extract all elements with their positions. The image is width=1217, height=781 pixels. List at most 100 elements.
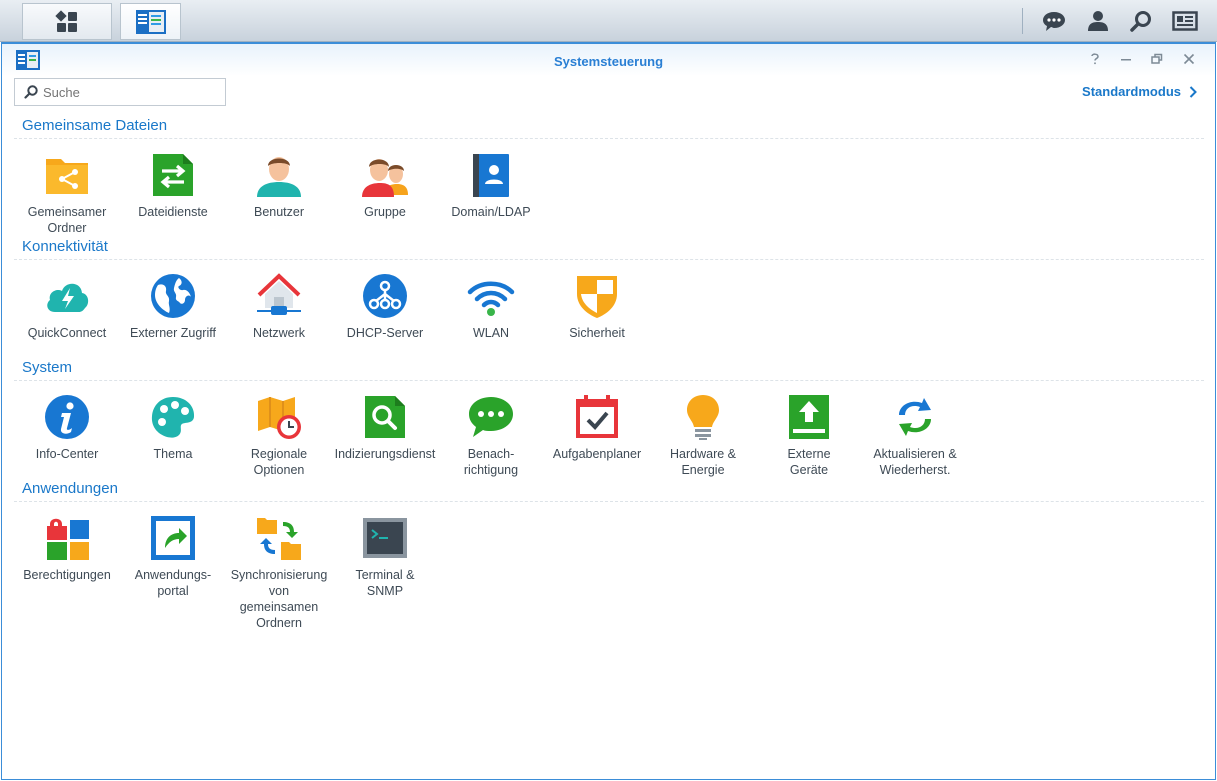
update-restore-icon bbox=[899, 398, 931, 436]
wlan-icon bbox=[467, 281, 515, 316]
item-label: Indizierungsdienst bbox=[334, 447, 436, 461]
item-label: Regionale Optionen bbox=[250, 447, 308, 477]
regional-options-icon bbox=[258, 397, 301, 439]
widgets-icon bbox=[1172, 11, 1198, 31]
item-domain-ldap[interactable]: Domain/LDAP bbox=[438, 151, 544, 220]
item-label: WLAN bbox=[472, 326, 510, 340]
minimize-icon bbox=[1121, 59, 1131, 61]
section-title-system: System bbox=[22, 359, 73, 376]
standard-mode-label: Standardmodus bbox=[1082, 84, 1181, 99]
item-shared-folder-sync[interactable]: Synchronisierung von gemeinsamen Ordnern bbox=[226, 514, 332, 631]
item-privileges[interactable]: Berechtigungen bbox=[14, 514, 120, 583]
item-external-devices[interactable]: Externe Geräte bbox=[756, 393, 862, 478]
item-terminal-snmp[interactable]: Terminal & SNMP bbox=[332, 514, 438, 599]
task-scheduler-icon bbox=[576, 395, 618, 438]
item-task-scheduler[interactable]: Aufgabenplaner bbox=[544, 393, 650, 462]
external-access-icon bbox=[151, 274, 195, 318]
restore-button[interactable] bbox=[1149, 51, 1165, 67]
control-panel-window: Systemsteuerung Suche Standardmodus Geme… bbox=[1, 42, 1216, 780]
main-menu-button[interactable] bbox=[22, 3, 112, 40]
user-icon bbox=[1088, 11, 1108, 31]
item-dhcp-server[interactable]: DHCP-Server bbox=[332, 272, 438, 341]
item-label: Domain/LDAP bbox=[451, 205, 531, 219]
item-indexing-service[interactable]: Indizierungsdienst bbox=[332, 393, 438, 462]
item-wlan[interactable]: WLAN bbox=[438, 272, 544, 341]
item-label: Gruppe bbox=[364, 205, 406, 219]
indexing-service-icon bbox=[365, 396, 405, 438]
item-shared-folder[interactable]: Gemeinsamer Ordner bbox=[14, 151, 120, 236]
item-notification[interactable]: Benach- richtigung bbox=[438, 393, 544, 478]
item-label: Aktualisieren & Wiederherst. bbox=[873, 447, 957, 477]
item-network[interactable]: Netzwerk bbox=[226, 272, 332, 341]
info-center-icon bbox=[45, 395, 89, 439]
item-regional-options[interactable]: Regionale Optionen bbox=[226, 393, 332, 478]
search-field[interactable] bbox=[14, 78, 226, 106]
section-divider bbox=[14, 380, 1204, 381]
close-button[interactable] bbox=[1181, 51, 1197, 67]
item-label: Berechtigungen bbox=[23, 568, 111, 582]
item-label: Benach- richtigung bbox=[463, 447, 519, 477]
item-label: DHCP-Server bbox=[346, 326, 424, 340]
chevron-right-icon bbox=[1189, 85, 1197, 98]
group-icon bbox=[362, 159, 408, 197]
item-application-portal[interactable]: Anwendungs- portal bbox=[120, 514, 226, 599]
domain-ldap-icon bbox=[473, 154, 509, 197]
item-label: Info-Center bbox=[35, 447, 99, 461]
minimize-button[interactable] bbox=[1118, 51, 1134, 67]
search-input[interactable] bbox=[43, 84, 213, 100]
search-icon bbox=[24, 85, 38, 99]
item-security[interactable]: Sicherheit bbox=[544, 272, 650, 341]
help-button[interactable] bbox=[1087, 51, 1103, 67]
item-label: Benutzer bbox=[253, 205, 305, 219]
external-devices-icon bbox=[789, 395, 829, 439]
security-icon bbox=[577, 276, 617, 318]
item-external-access[interactable]: Externer Zugriff bbox=[120, 272, 226, 341]
control-panel-icon bbox=[135, 9, 166, 34]
chat-button[interactable] bbox=[1034, 0, 1074, 42]
tray-separator bbox=[1022, 8, 1023, 34]
search-icon bbox=[1130, 11, 1151, 32]
grid-icon bbox=[55, 9, 77, 32]
item-label: QuickConnect bbox=[27, 326, 107, 340]
item-file-services[interactable]: Dateidienste bbox=[120, 151, 226, 220]
user-button[interactable] bbox=[1078, 0, 1118, 42]
taskbar bbox=[0, 0, 1217, 42]
item-info-center[interactable]: Info-Center bbox=[14, 393, 120, 462]
shared-folder-icon bbox=[46, 159, 88, 194]
item-label: Netzwerk bbox=[252, 326, 306, 340]
item-label: Externe Geräte bbox=[787, 447, 831, 477]
shared-folder-sync-icon bbox=[257, 518, 301, 560]
item-label: Aufgabenplaner bbox=[552, 447, 642, 461]
item-label: Externer Zugriff bbox=[130, 326, 216, 340]
item-quickconnect[interactable]: QuickConnect bbox=[14, 272, 120, 341]
item-hardware-power[interactable]: Hardware & Energie bbox=[650, 393, 756, 478]
standard-mode-link[interactable]: Standardmodus bbox=[1082, 84, 1197, 99]
privileges-icon bbox=[47, 518, 89, 560]
item-theme[interactable]: Thema bbox=[120, 393, 226, 462]
item-label: Dateidienste bbox=[138, 205, 208, 219]
item-group[interactable]: Gruppe bbox=[332, 151, 438, 220]
item-label: Sicherheit bbox=[569, 326, 625, 340]
section-title-shared-files: Gemeinsame Dateien bbox=[22, 117, 168, 134]
window-title: Systemsteuerung bbox=[553, 54, 664, 69]
control-panel-task-button[interactable] bbox=[120, 3, 181, 40]
window-titlebar[interactable]: Systemsteuerung bbox=[2, 44, 1215, 76]
search-button[interactable] bbox=[1121, 0, 1161, 42]
quickconnect-icon bbox=[47, 283, 89, 312]
help-icon bbox=[1091, 53, 1099, 65]
section-divider bbox=[14, 501, 1204, 502]
close-icon bbox=[1183, 53, 1195, 65]
terminal-snmp-icon bbox=[363, 518, 407, 558]
widgets-button[interactable] bbox=[1165, 0, 1205, 42]
section-divider bbox=[14, 259, 1204, 260]
section-title-connectivity: Konnektivität bbox=[22, 238, 108, 255]
item-update-restore[interactable]: Aktualisieren & Wiederherst. bbox=[862, 393, 968, 478]
item-label: Terminal & SNMP bbox=[355, 568, 415, 598]
item-label: Gemeinsamer Ordner bbox=[27, 205, 107, 235]
item-label: Synchronisierung von gemeinsamen Ordnern bbox=[230, 568, 328, 630]
dhcp-server-icon bbox=[363, 274, 407, 318]
notification-icon bbox=[469, 397, 513, 437]
hardware-power-icon bbox=[687, 395, 719, 440]
item-user[interactable]: Benutzer bbox=[226, 151, 332, 220]
application-portal-icon bbox=[151, 516, 195, 560]
